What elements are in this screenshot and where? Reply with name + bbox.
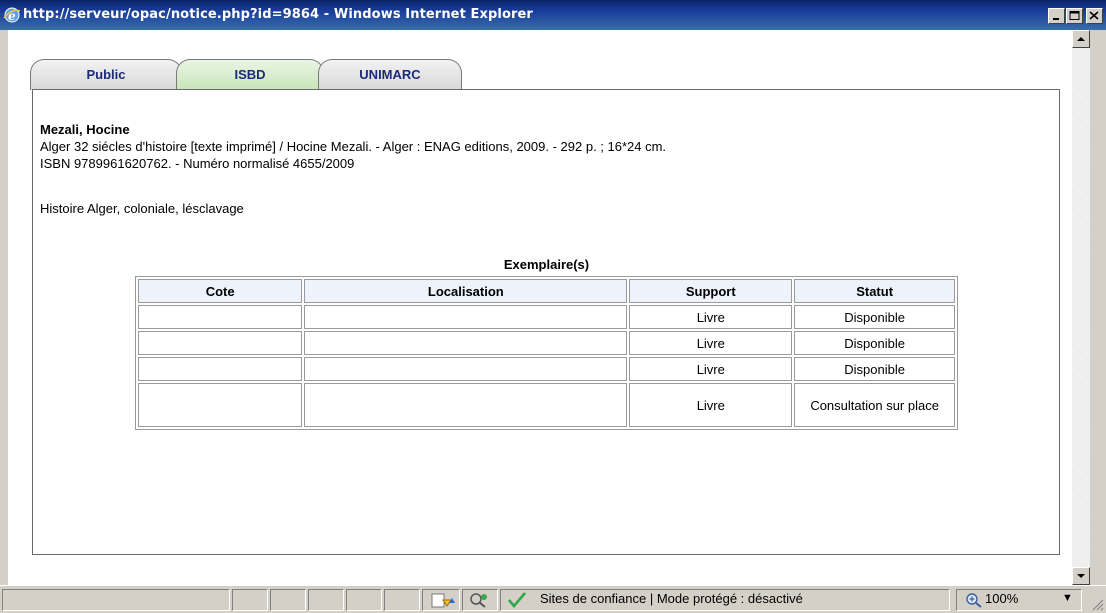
- cell-cote: [138, 331, 303, 355]
- cell-support: Livre: [629, 331, 793, 355]
- table-row: Livre Consultation sur place: [138, 383, 955, 427]
- record-description: Alger 32 siécles d'histoire [texte impri…: [40, 139, 667, 154]
- tab-public-label: Public: [86, 67, 126, 82]
- record-subjects: Histoire Alger, coloniale, lésclavage: [40, 201, 244, 216]
- status-bar: Sites de confiance | Mode protégé : désa…: [0, 585, 1106, 613]
- scroll-down-button[interactable]: [1072, 567, 1090, 585]
- record-notice: Mezali, Hocine Alger 32 siécles d'histoi…: [40, 121, 666, 172]
- window-frame-left: [0, 30, 8, 585]
- column-header-localisation: Localisation: [304, 279, 628, 303]
- cell-statut: Disponible: [794, 357, 955, 381]
- column-header-statut: Statut: [794, 279, 955, 303]
- cell-localisation: [304, 305, 628, 329]
- tab-public[interactable]: Public: [30, 59, 182, 90]
- minimize-button[interactable]: [1048, 8, 1065, 24]
- arrow-down-icon: [1077, 574, 1085, 578]
- status-pane: [232, 589, 268, 611]
- page-warning-icon: [431, 593, 455, 608]
- record-isbn: ISBN 9789961620762. - Numéro normalisé 4…: [40, 156, 355, 171]
- cell-statut: Disponible: [794, 331, 955, 355]
- arrow-up-icon: [1077, 37, 1085, 41]
- status-pane: [308, 589, 344, 611]
- tab-unimarc[interactable]: UNIMARC: [318, 59, 462, 90]
- tab-isbd-label: ISBD: [234, 67, 266, 82]
- security-report-icon: [470, 593, 487, 608]
- trusted-site-check-icon: [508, 592, 526, 609]
- cell-localisation: [304, 357, 628, 381]
- resize-grip-icon[interactable]: [1092, 599, 1104, 611]
- security-report-pane[interactable]: [462, 589, 498, 611]
- close-icon: [1089, 11, 1099, 20]
- maximize-button[interactable]: [1066, 8, 1083, 24]
- cell-support: Livre: [629, 305, 793, 329]
- table-row: Livre Disponible: [138, 357, 955, 381]
- copies-caption: Exemplaire(s): [503, 257, 590, 272]
- copies-table: Cote Localisation Support Statut Livre D…: [135, 276, 958, 430]
- window-title: http://serveur/opac/notice.php?id=9864 -…: [23, 7, 533, 22]
- cell-cote: [138, 383, 303, 427]
- cell-support: Livre: [629, 357, 793, 381]
- scroll-up-button[interactable]: [1072, 30, 1090, 48]
- table-row: Livre Disponible: [138, 305, 955, 329]
- status-pane: [270, 589, 306, 611]
- cell-statut: Consultation sur place: [794, 383, 955, 427]
- column-header-cote: Cote: [138, 279, 303, 303]
- zoom-icon: [966, 593, 982, 608]
- window-titlebar: e http://serveur/opac/notice.php?id=9864…: [0, 0, 1106, 30]
- cell-cote: [138, 305, 303, 329]
- tab-unimarc-label: UNIMARC: [359, 67, 421, 82]
- page-warning-pane[interactable]: [422, 589, 460, 611]
- zoom-dropdown-icon[interactable]: ▼: [1062, 592, 1073, 604]
- cell-cote: [138, 357, 303, 381]
- cell-localisation: [304, 331, 628, 355]
- status-pane: [384, 589, 420, 611]
- cell-localisation: [304, 383, 628, 427]
- close-button[interactable]: [1086, 8, 1103, 24]
- table-row: Livre Disponible: [138, 331, 955, 355]
- record-author: Mezali, Hocine: [40, 122, 130, 137]
- zoom-level[interactable]: 100%: [985, 591, 1018, 606]
- minimize-icon: [1053, 18, 1059, 20]
- maximize-icon: [1069, 11, 1080, 20]
- status-main-pane: [2, 589, 230, 611]
- table-header-row: Cote Localisation Support Statut: [138, 279, 955, 303]
- cell-statut: Disponible: [794, 305, 955, 329]
- ie-logo-icon: e: [3, 7, 21, 23]
- tab-isbd[interactable]: ISBD: [176, 59, 324, 90]
- column-header-support: Support: [629, 279, 793, 303]
- window-frame-right: [1090, 30, 1106, 585]
- cell-support: Livre: [629, 383, 793, 427]
- vertical-scrollbar[interactable]: [1072, 30, 1090, 585]
- status-pane: [346, 589, 382, 611]
- security-zone-text: Sites de confiance | Mode protégé : désa…: [540, 591, 803, 606]
